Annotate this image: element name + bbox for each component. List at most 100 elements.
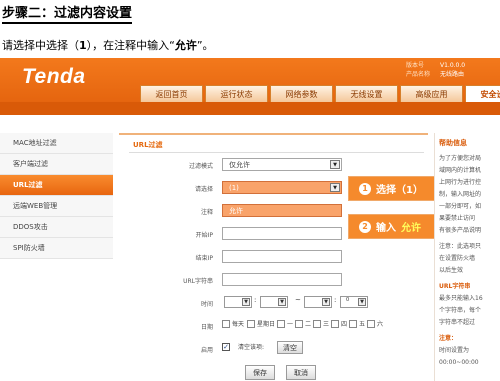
rule-select[interactable]: (1) ▼ bbox=[222, 181, 342, 194]
sidebar-item-mac-filter[interactable]: MAC地址过滤 bbox=[0, 133, 113, 154]
help-panel: 帮助信息 为了方便您对局 域网内的计算机 上网行为进行控 制，输入网址的 一部分… bbox=[434, 133, 500, 381]
day-checkbox-thu[interactable]: 四 bbox=[331, 319, 347, 328]
url-string-input[interactable] bbox=[222, 273, 342, 286]
product-value: 无线路由 bbox=[440, 71, 465, 78]
day-label: 六 bbox=[377, 321, 384, 328]
time-to-hour-select[interactable]: ▼ bbox=[304, 296, 332, 308]
tab-network[interactable]: 网络参数 bbox=[270, 85, 333, 102]
day-checkbox-everyday[interactable]: 每天 bbox=[222, 319, 244, 328]
tab-status[interactable]: 运行状态 bbox=[205, 85, 268, 102]
chevron-down-icon: ▼ bbox=[322, 298, 330, 306]
callout-number: 1 bbox=[359, 182, 371, 195]
callout-number: 2 bbox=[359, 220, 371, 233]
day-checkbox-tue[interactable]: 二 bbox=[295, 319, 311, 328]
tab-wireless[interactable]: 无线设置 bbox=[335, 85, 398, 102]
instruction-num: 1 bbox=[79, 39, 87, 52]
enable-checkbox[interactable] bbox=[222, 342, 230, 351]
sidebar-item-ddos[interactable]: DDOS攻击 bbox=[0, 217, 113, 238]
help-line: 字符串不超过 bbox=[439, 319, 476, 326]
end-ip-input[interactable] bbox=[222, 250, 342, 263]
callout-value: 允许 bbox=[401, 223, 421, 234]
tab-advanced[interactable]: 高级应用 bbox=[400, 85, 463, 102]
checkbox[interactable] bbox=[277, 319, 285, 328]
time-dash: ~ bbox=[295, 296, 301, 304]
product-row: 产品名称 无线路由 bbox=[406, 70, 465, 79]
sidebar-item-spi-firewall[interactable]: SPI防火墙 bbox=[0, 238, 113, 259]
date-label: 日期 bbox=[200, 324, 213, 331]
day-checkbox-sat[interactable]: 六 bbox=[367, 319, 383, 328]
help-title: 帮助信息 bbox=[439, 139, 467, 147]
chevron-down-icon: ▼ bbox=[242, 298, 250, 306]
checkbox[interactable] bbox=[222, 319, 230, 328]
clear-label: 清空该项: bbox=[238, 344, 265, 351]
version-label: 版本号 bbox=[406, 62, 425, 69]
sidebar: MAC地址过滤 客户端过滤 URL过滤 远端WEB管理 DDOS攻击 SPI防火… bbox=[0, 133, 113, 259]
sidebar-item-client-filter[interactable]: 客户端过滤 bbox=[0, 154, 113, 175]
day-label: 每天 bbox=[232, 321, 245, 328]
day-checkbox-wed[interactable]: 三 bbox=[313, 319, 329, 328]
callout-text: 输入 bbox=[376, 223, 396, 234]
help-line: 果要禁止访问 bbox=[439, 215, 476, 222]
instruction-prefix: 请选择中选择（ bbox=[2, 39, 79, 52]
day-label: 二 bbox=[305, 321, 312, 328]
time-to-min-value: 0 bbox=[346, 297, 350, 303]
day-label: 一 bbox=[287, 321, 294, 328]
help-line: 一部分即可，如 bbox=[439, 203, 482, 210]
chevron-down-icon: ▼ bbox=[278, 298, 286, 306]
section-divider bbox=[129, 152, 424, 153]
url-string-label: URL字符串 bbox=[183, 278, 213, 285]
clear-button[interactable]: 清空 bbox=[277, 341, 303, 354]
sidebar-item-remote-web[interactable]: 远端WEB管理 bbox=[0, 196, 113, 217]
help-line: 制，输入网址的 bbox=[439, 191, 482, 198]
checkbox[interactable] bbox=[247, 319, 255, 328]
checkbox[interactable] bbox=[295, 319, 303, 328]
instruction-value: 允许 bbox=[174, 39, 197, 52]
version-value: V1.0.0.0 bbox=[440, 62, 466, 69]
checkbox[interactable] bbox=[331, 319, 339, 328]
select-label: 请选择 bbox=[194, 186, 213, 193]
day-label: 星期日 bbox=[257, 321, 276, 328]
help-line: 域网内的计算机 bbox=[439, 167, 482, 174]
instruction-suffix: ”。 bbox=[196, 39, 214, 52]
start-ip-input[interactable] bbox=[222, 227, 342, 240]
checkbox[interactable] bbox=[313, 319, 321, 328]
router-admin-window: Tenda 版本号 V1.0.0.0 产品名称 无线路由 返回首页 运行状态 网络参… bbox=[0, 58, 500, 381]
rule-select-value: (1) bbox=[229, 183, 239, 192]
day-label: 四 bbox=[341, 321, 348, 328]
tab-home[interactable]: 返回首页 bbox=[140, 85, 203, 102]
help-line: 以后生效 bbox=[439, 267, 464, 274]
enable-label: 启用 bbox=[200, 347, 213, 354]
filter-mode-value: 仅允许 bbox=[229, 160, 250, 169]
enable-checkbox-row: 清空该项: bbox=[222, 342, 264, 351]
product-label: 产品名称 bbox=[406, 71, 431, 78]
day-checkbox-mon[interactable]: 一 bbox=[277, 319, 293, 328]
tenda-logo: Tenda bbox=[22, 65, 86, 88]
help-line: 注意：此选项只 bbox=[439, 243, 482, 250]
cancel-button[interactable]: 取消 bbox=[286, 365, 316, 380]
checkbox[interactable] bbox=[349, 319, 357, 328]
time-to-min-select[interactable]: 0 ▼ bbox=[340, 296, 368, 308]
sidebar-item-url-filter[interactable]: URL过滤 bbox=[0, 175, 113, 196]
instruction-text: 请选择中选择（1），在注释中输入“允许”。 bbox=[2, 37, 214, 53]
time-from-min-select[interactable]: ▼ bbox=[260, 296, 288, 308]
help-time-title: 注意： bbox=[439, 335, 458, 342]
checkbox[interactable] bbox=[367, 319, 375, 328]
time-from-hour-select[interactable]: ▼ bbox=[224, 296, 252, 308]
day-label: 五 bbox=[359, 321, 366, 328]
header-bar: Tenda 版本号 V1.0.0.0 产品名称 无线路由 返回首页 运行状态 网络参… bbox=[0, 58, 500, 115]
comment-label: 注释 bbox=[200, 209, 213, 216]
filter-mode-select[interactable]: 仅允许 ▼ bbox=[222, 158, 342, 171]
filter-mode-label: 过滤模式 bbox=[188, 163, 213, 170]
version-row: 版本号 V1.0.0.0 bbox=[406, 61, 465, 70]
help-url-title: URL字符串 bbox=[439, 283, 471, 290]
save-button[interactable]: 保存 bbox=[245, 365, 275, 380]
day-checkbox-fri[interactable]: 五 bbox=[349, 319, 365, 328]
day-checkbox-sunday[interactable]: 星期日 bbox=[247, 319, 275, 328]
time-colon: : bbox=[254, 296, 257, 304]
help-line: 时间设置为 bbox=[439, 347, 470, 354]
help-line: 上网行为进行控 bbox=[439, 179, 482, 186]
step-title: 步骤二：过滤内容设置 bbox=[2, 2, 133, 24]
step-title-text: 步骤二：过滤内容设置 bbox=[2, 6, 133, 24]
tab-security[interactable]: 安全设置 bbox=[465, 85, 500, 102]
comment-input[interactable]: 允许 bbox=[222, 204, 342, 217]
